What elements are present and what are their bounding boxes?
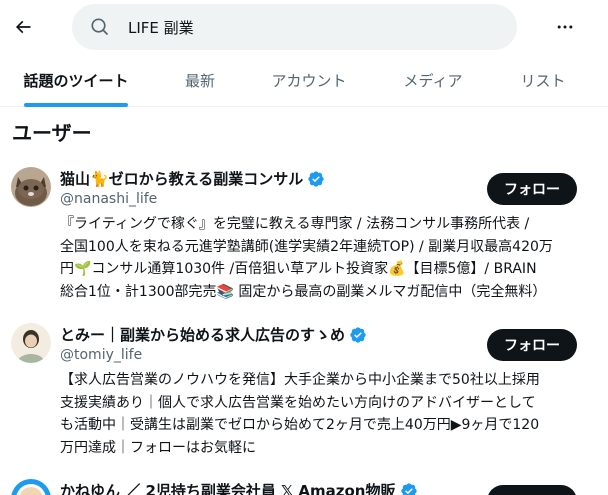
- user-display-name[interactable]: かねゆん ／ 2児持ち副業会社員 𝕏 Amazon物販: [60, 480, 418, 495]
- user-bio: 【求人広告営業のノウハウを発信】大手企業から中小企業まで50社以上採用 支援実績…: [60, 372, 540, 456]
- tab-lists[interactable]: リスト: [496, 54, 590, 107]
- tab-label: アカウント: [271, 72, 347, 90]
- user-name-text: とみー｜副業から始める求人広告のすゝめ: [60, 326, 346, 344]
- user-cell[interactable]: とみー｜副業から始める求人広告のすゝめ @tomiy_life フォロー 【求人…: [0, 316, 608, 466]
- person-avatar-icon: [11, 323, 51, 363]
- search-input[interactable]: [128, 4, 498, 50]
- user-handle[interactable]: @nanashi_life: [60, 191, 157, 207]
- follow-button[interactable]: フォロー: [487, 329, 577, 361]
- search-tabs: 話題のツイート 最新 アカウント メディア リスト: [0, 54, 608, 107]
- user-name-text: 猫山🐈ゼロから教える副業コンサル: [60, 170, 304, 188]
- section-title: ユーザー: [12, 121, 92, 145]
- follow-button[interactable]: フォロー: [487, 173, 577, 205]
- tab-accounts[interactable]: アカウント: [248, 54, 370, 107]
- person-avatar-icon: [11, 479, 51, 495]
- verified-badge-icon: [350, 326, 366, 343]
- cat-avatar-icon: [11, 167, 51, 207]
- verified-badge-icon: [308, 170, 324, 187]
- user-display-name[interactable]: 猫山🐈ゼロから教える副業コンサル: [60, 168, 325, 189]
- more-horizontal-icon: [557, 25, 573, 29]
- tab-label: メディア: [403, 72, 463, 90]
- top-bar: [0, 0, 608, 54]
- tab-top[interactable]: 話題のツイート: [0, 54, 152, 107]
- tab-latest[interactable]: 最新: [152, 54, 248, 107]
- tab-label: リスト: [520, 72, 566, 90]
- avatar[interactable]: [11, 167, 51, 207]
- search-box[interactable]: [72, 4, 517, 50]
- tab-label: 最新: [184, 72, 215, 90]
- avatar[interactable]: [11, 479, 51, 495]
- user-cell[interactable]: 猫山🐈ゼロから教える副業コンサル @nanashi_life フォロー 『ライテ…: [0, 160, 608, 310]
- tab-label: 話題のツイート: [23, 72, 129, 90]
- tab-media[interactable]: メディア: [370, 54, 496, 107]
- back-button[interactable]: [8, 10, 38, 44]
- search-icon: [91, 18, 109, 36]
- avatar[interactable]: [11, 323, 51, 363]
- arrow-left-icon: [15, 20, 31, 34]
- active-tab-indicator: [24, 103, 128, 107]
- user-name-text: かねゆん ／ 2児持ち副業会社員 𝕏 Amazon物販: [60, 482, 396, 495]
- user-handle[interactable]: @tomiy_life: [60, 347, 142, 363]
- verified-badge-icon: [400, 482, 417, 495]
- user-cell[interactable]: かねゆん ／ 2児持ち副業会社員 𝕏 Amazon物販 フォロー: [0, 472, 608, 495]
- follow-button[interactable]: フォロー: [487, 485, 577, 495]
- more-button[interactable]: [550, 12, 580, 42]
- user-bio: 『ライティングで稼ぐ』を完璧に教える専門家 / 法務コンサル事務所代表 / 全国…: [60, 216, 553, 300]
- user-display-name[interactable]: とみー｜副業から始める求人広告のすゝめ: [60, 324, 367, 345]
